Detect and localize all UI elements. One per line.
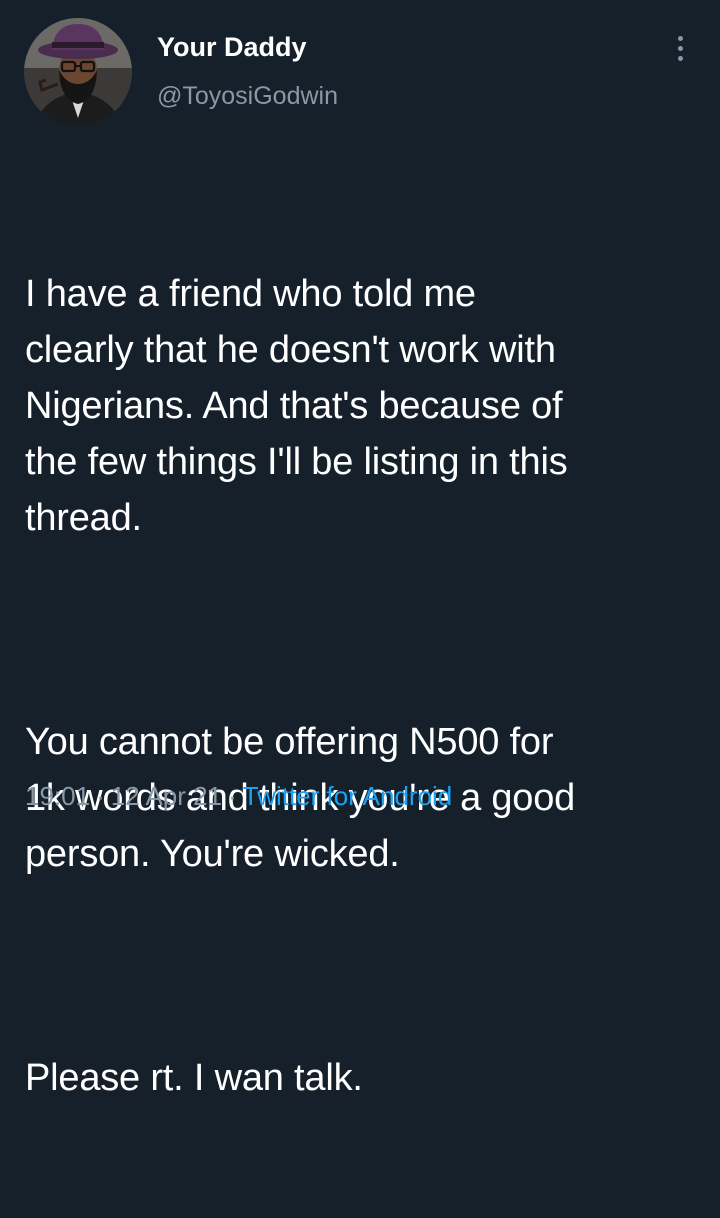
separator: ·: [96, 781, 105, 811]
author-display-name[interactable]: Your Daddy: [157, 30, 307, 64]
tweet-text: I have a friend who told me clearly that…: [25, 154, 695, 1218]
author-handle[interactable]: @ToyosiGodwin: [157, 80, 338, 112]
tweet-time[interactable]: 19:01: [25, 781, 90, 811]
tweet-metadata: 19:01 · 12 Apr 21 · Twitter for Android: [25, 778, 452, 814]
tweet-card: Your Daddy @ToyosiGodwin I have a friend…: [0, 0, 720, 1099]
tweet-source-link[interactable]: Twitter for Android: [243, 781, 453, 811]
tweet-paragraph: I have a friend who told me clearly that…: [25, 273, 568, 539]
separator: ·: [228, 781, 237, 811]
avatar[interactable]: [24, 18, 132, 126]
more-vertical-icon-dot: [677, 55, 683, 61]
tweet-date[interactable]: 12 Apr 21: [111, 781, 222, 811]
more-vertical-icon: [677, 35, 683, 41]
more-vertical-icon-dot: [677, 45, 683, 51]
tweet-paragraph: Please rt. I wan talk.: [25, 1057, 363, 1099]
avatar-image: [24, 18, 132, 126]
more-options-button[interactable]: [664, 30, 696, 66]
